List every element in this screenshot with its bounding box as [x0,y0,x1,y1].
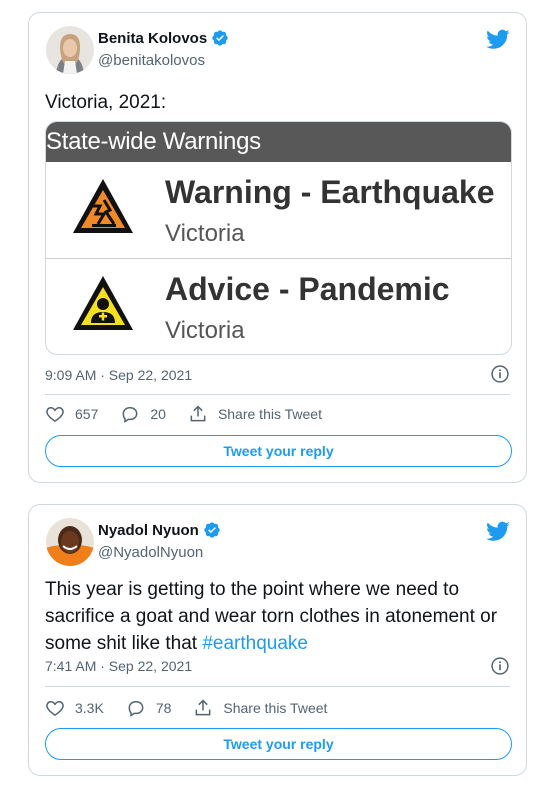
alert-row: Advice - Pandemic Victoria [46,259,511,354]
reply-count-button[interactable]: 78 [126,698,172,718]
avatar[interactable] [46,518,94,566]
avatar-image [46,26,94,74]
reply-count: 78 [155,700,172,716]
tweet-your-reply-button[interactable]: Tweet your reply [45,728,512,760]
author-handle[interactable]: @NyadolNyuon [98,544,203,561]
reply-count: 20 [150,406,166,422]
heart-icon [46,700,64,716]
tweet-media[interactable]: State-wide Warnings Warning - Earthquake… [45,121,512,355]
reply-bubble-icon [128,701,144,717]
tweet-your-reply-button[interactable]: Tweet your reply [45,435,512,467]
tweet-timestamp[interactable]: 9:09 AM · Sep 22, 2021 [45,367,192,383]
share-icon [195,699,211,716]
earthquake-warning-icon [73,179,133,233]
tweet-text: Victoria, 2021: [45,92,167,113]
tweet-card[interactable]: Benita Kolovos @benitakolovos Victoria, … [28,12,527,483]
author-name[interactable]: Nyadol Nyuon [98,522,199,539]
share-button[interactable]: Share this Tweet [193,698,327,718]
tweet-card[interactable]: Nyadol Nyuon @NyadolNyuon This year is g… [28,504,527,776]
divider [45,686,510,687]
alert-title: Advice - Pandemic [165,271,450,307]
avatar[interactable] [46,26,94,74]
heart-icon [46,406,64,422]
alert-region: Victoria [165,317,245,344]
like-button[interactable]: 3.3K [45,698,104,718]
info-icon[interactable] [490,656,510,676]
reply-count-button[interactable]: 20 [120,404,166,424]
alert-row: Warning - Earthquake Victoria [46,162,511,259]
warnings-header: State-wide Warnings [46,122,511,162]
alert-title: Warning - Earthquake [165,174,495,210]
avatar-image [46,518,94,566]
info-icon[interactable] [490,364,510,384]
share-label: Share this Tweet [223,700,328,716]
alert-region: Victoria [165,220,245,247]
divider [45,394,510,395]
like-count: 3.3K [75,700,104,716]
twitter-logo-icon[interactable] [486,27,510,51]
verified-badge-icon [204,522,220,538]
share-button[interactable]: Share this Tweet [188,404,322,424]
tweet-actions: 3.3K 78 Share this Tweet [45,698,349,718]
tweet-actions: 657 20 Share this Tweet [45,404,344,424]
share-icon [190,405,206,422]
twitter-logo-icon[interactable] [486,519,510,543]
like-count: 657 [75,406,99,422]
tweet-timestamp[interactable]: 7:41 AM · Sep 22, 2021 [45,658,192,674]
like-button[interactable]: 657 [45,404,98,424]
pandemic-advice-icon [73,276,133,330]
tweet-text: This year is getting to the point where … [45,576,513,657]
share-label: Share this Tweet [217,406,322,422]
hashtag-link[interactable]: #earthquake [202,633,308,654]
author-name[interactable]: Benita Kolovos [98,30,207,47]
author-handle[interactable]: @benitakolovos [98,52,205,69]
verified-badge-icon [212,30,228,46]
reply-bubble-icon [122,407,138,423]
